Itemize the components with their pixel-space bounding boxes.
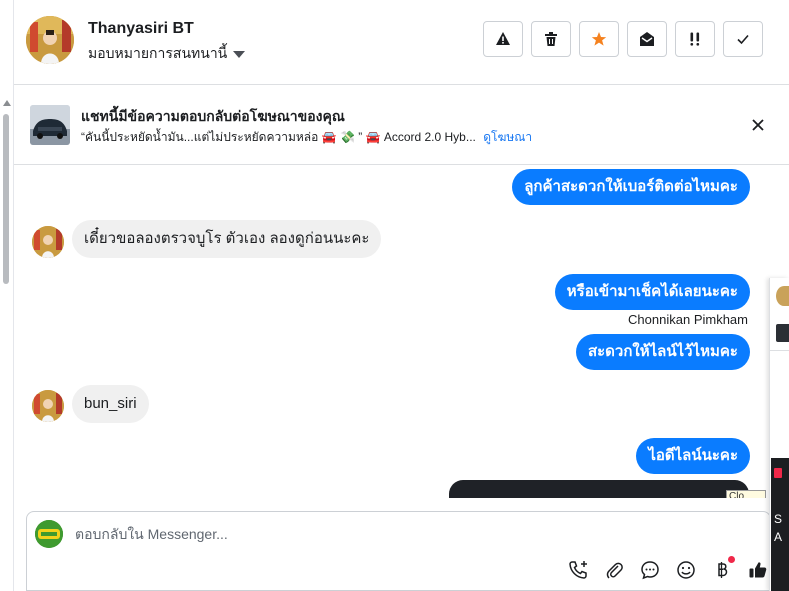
notification-dot [728, 556, 735, 563]
ad-reply-banner: แชทนี้มีข้อความตอบกลับต่อโฆษณาของคุณ “คั… [14, 85, 789, 165]
attachment-tooltip: Clo [726, 490, 766, 498]
saved-replies-button[interactable] [638, 558, 662, 582]
view-ad-link[interactable]: ดูโฆษณา [483, 130, 532, 144]
contact-avatar-small [32, 226, 64, 258]
conversation-header: Thanyasiri BT มอบหมายการสนทนานี้ [14, 0, 789, 85]
message-outgoing[interactable]: ไอดีไลน์นะคะ [636, 438, 750, 474]
scrollbar-thumb[interactable] [3, 114, 9, 284]
page-avatar [35, 520, 63, 548]
emoji-button[interactable] [674, 558, 698, 582]
conversation-toolbar [483, 21, 763, 57]
assign-label: มอบหมายการสนทนานี้ [88, 45, 228, 61]
sender-name: Chonnikan Pimkham [628, 312, 748, 327]
close-banner-button[interactable] [749, 116, 767, 134]
checkmark-icon [737, 34, 749, 45]
delete-button[interactable] [531, 21, 571, 57]
contact-name[interactable]: Thanyasiri BT [88, 20, 194, 38]
ad-thumbnail[interactable] [30, 105, 70, 145]
panel-divider [770, 350, 789, 351]
message-outgoing[interactable]: ลูกค้าสะดวกให้เบอร์ติดต่อไหมคะ [512, 169, 750, 205]
message-incoming[interactable]: เดี๋ยวขอลองตรวจบูโร ตัวเอง ลองดูก่อนนะคะ [72, 220, 382, 258]
chevron-down-icon [233, 51, 246, 58]
mark-done-button[interactable] [723, 21, 763, 57]
message-incoming[interactable]: bun_siri [72, 385, 149, 423]
chat-bubble-icon [641, 561, 659, 580]
contact-avatar[interactable] [26, 16, 74, 64]
phone-add-icon [569, 561, 587, 579]
message-outgoing[interactable]: สะดวกให้ไลน์ไว้ไหมคะ [575, 334, 750, 370]
warning-icon [496, 32, 510, 45]
thumbs-up-icon [749, 562, 767, 578]
payment-button[interactable] [710, 556, 735, 582]
assign-conversation-dropdown[interactable]: มอบหมายการสนทนานี้ [88, 43, 246, 65]
scroll-up-arrow-icon[interactable] [3, 100, 11, 106]
panel-thumbnail[interactable] [776, 324, 789, 342]
mark-unread-button[interactable] [627, 21, 667, 57]
like-button[interactable] [746, 558, 770, 582]
panel-avatar[interactable] [776, 286, 789, 306]
baht-icon [718, 562, 728, 578]
panel-badge-icon [774, 468, 782, 478]
important-button[interactable] [675, 21, 715, 57]
mark-spam-button[interactable] [483, 21, 523, 57]
close-icon [752, 119, 764, 131]
right-side-panel[interactable]: S A [769, 278, 789, 591]
message-thread[interactable]: ลูกค้าสะดวกให้เบอร์ติดต่อไหมคะ เดี๋ยวขอล… [14, 166, 769, 498]
trash-icon [545, 32, 557, 46]
open-envelope-icon [640, 32, 654, 46]
left-scrollbar[interactable] [0, 0, 14, 591]
panel-dark-text: S A [774, 512, 783, 544]
double-exclamation-icon [690, 32, 700, 46]
ad-banner-title: แชทนี้มีข้อความตอบกลับต่อโฆษณาของคุณ [81, 108, 345, 124]
star-button[interactable] [579, 21, 619, 57]
star-icon [591, 32, 607, 46]
ad-snippet: “คันนี้ประหยัดน้ำมัน...แต่ไม่ประหยัดความ… [81, 128, 532, 147]
call-add-button[interactable] [566, 558, 590, 582]
message-attachment-preview[interactable] [449, 480, 749, 498]
reply-input[interactable] [75, 524, 675, 544]
paperclip-icon [606, 562, 623, 579]
composer-toolbar [566, 556, 770, 582]
reply-composer [26, 511, 771, 591]
smiley-icon [677, 561, 695, 579]
message-outgoing[interactable]: หรือเข้ามาเช็คได้เลยนะคะ [554, 274, 750, 310]
ad-snippet-text: “คันนี้ประหยัดน้ำมัน...แต่ไม่ประหยัดความ… [81, 130, 476, 144]
contact-avatar-small [32, 390, 64, 422]
attach-file-button[interactable] [602, 558, 626, 582]
